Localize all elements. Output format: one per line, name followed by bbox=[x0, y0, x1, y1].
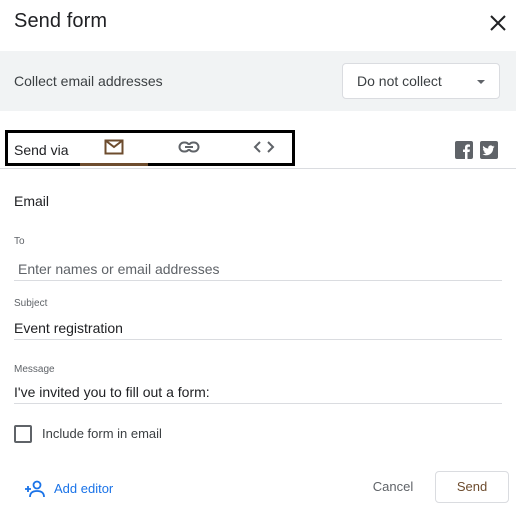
collect-email-value: Do not collect bbox=[357, 73, 442, 89]
twitter-icon bbox=[480, 141, 498, 159]
tab-email[interactable] bbox=[80, 133, 148, 166]
facebook-share-button[interactable] bbox=[455, 141, 473, 159]
add-editor-label: Add editor bbox=[54, 481, 114, 496]
dropdown-arrow-icon bbox=[477, 80, 485, 84]
subject-input[interactable] bbox=[14, 316, 502, 340]
tab-embed[interactable] bbox=[236, 133, 292, 165]
dialog-title: Send form bbox=[14, 10, 108, 32]
close-button[interactable] bbox=[486, 11, 510, 35]
message-input[interactable] bbox=[14, 380, 502, 404]
to-input[interactable] bbox=[14, 257, 502, 281]
active-tab-indicator bbox=[80, 163, 148, 166]
collect-email-bar: Collect email addresses Do not collect bbox=[0, 51, 516, 111]
collect-email-dropdown[interactable]: Do not collect bbox=[342, 63, 500, 99]
send-form-dialog: Send form Collect email addresses Do not… bbox=[0, 0, 516, 518]
to-label: To bbox=[14, 236, 25, 247]
cancel-button[interactable]: Cancel bbox=[358, 471, 428, 503]
embed-code-icon bbox=[253, 141, 275, 153]
send-button[interactable]: Send bbox=[435, 471, 509, 503]
subject-label: Subject bbox=[14, 298, 48, 309]
tab-link[interactable] bbox=[160, 133, 216, 165]
tabs-divider bbox=[0, 168, 516, 169]
include-form-label: Include form in email bbox=[42, 426, 162, 441]
message-label: Message bbox=[14, 364, 55, 375]
email-icon bbox=[104, 139, 124, 155]
close-icon bbox=[490, 15, 506, 31]
facebook-icon bbox=[455, 141, 473, 159]
email-section-title: Email bbox=[14, 193, 50, 209]
link-icon bbox=[178, 141, 200, 153]
twitter-share-button[interactable] bbox=[480, 141, 498, 159]
add-person-icon bbox=[25, 480, 45, 498]
collect-email-label: Collect email addresses bbox=[14, 73, 163, 89]
include-form-checkbox[interactable] bbox=[14, 425, 32, 443]
send-via-label: Send via bbox=[14, 142, 69, 158]
